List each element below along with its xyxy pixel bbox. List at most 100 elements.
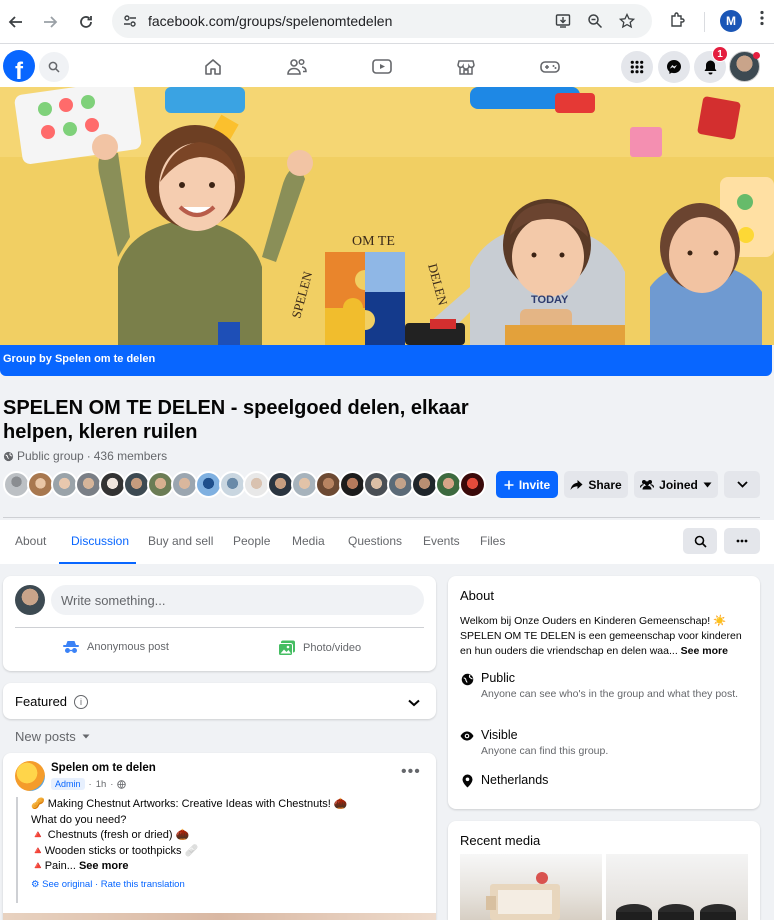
translation-separator: · [94,878,99,890]
member-avatar[interactable] [339,471,366,498]
member-avatar[interactable] [459,471,486,498]
url-text[interactable]: facebook.com/groups/spelenomtedelen [148,13,392,29]
toolbar-divider [704,12,705,32]
share-button[interactable]: Share [564,471,628,498]
more-options-button[interactable] [724,471,760,498]
translation-row: ⚙ See original · Rate this translation [31,878,185,890]
install-app-icon[interactable] [554,12,572,30]
watch-video-icon[interactable] [370,55,394,79]
see-more-link[interactable]: See more [79,860,129,872]
member-avatar[interactable] [411,471,438,498]
back-arrow-icon[interactable] [4,10,28,34]
post-item: Chestnuts (fresh or dried) [47,829,173,841]
recent-media-thumb[interactable] [606,854,748,920]
member-avatar[interactable] [363,471,390,498]
facebook-logo-icon[interactable]: f [3,50,35,82]
member-avatar[interactable] [171,471,198,498]
joined-button[interactable]: Joined [634,471,718,498]
reload-icon[interactable] [74,10,98,34]
browser-menu-icon[interactable] [760,10,764,31]
tab-discussion[interactable]: Discussion [71,534,129,548]
admin-badge: Admin [51,778,85,790]
anonymous-post-button[interactable]: Anonymous post [62,640,169,654]
group-privacy[interactable]: Public group [17,449,84,463]
tab-events[interactable]: Events [423,534,460,548]
member-avatar[interactable] [27,471,54,498]
photo-video-button[interactable]: Photo/video [278,640,361,656]
about-see-more-link[interactable]: See more [681,645,728,657]
composer-avatar[interactable] [15,585,45,615]
group-owner-band[interactable]: Group by Spelen om te delen [0,345,772,376]
member-avatar[interactable] [3,471,30,498]
member-avatar[interactable] [51,471,78,498]
cover-shirt-text: TODAY [531,294,569,306]
info-icon[interactable]: i [74,694,89,709]
featured-section[interactable]: Featured i [3,683,436,719]
eye-icon [460,729,474,743]
rate-translation-link[interactable]: Rate this translation [101,879,185,890]
post-time[interactable]: 1h [96,779,107,790]
tab-about[interactable]: About [15,534,46,548]
forward-arrow-icon[interactable] [38,10,62,34]
post-line: 🥜 Making Chestnut Artworks: Creative Ide… [31,798,348,810]
extensions-icon[interactable] [668,11,686,34]
browser-profile-avatar[interactable]: M [720,10,742,32]
member-avatar[interactable] [123,471,150,498]
member-avatar[interactable] [315,471,342,498]
meta-separator: · [86,449,91,463]
see-original-link[interactable]: See original [42,879,92,890]
group-owner-label[interactable]: Group by Spelen om te delen [3,353,155,365]
write-something-input[interactable]: Write something... [51,585,424,615]
chevron-down-icon[interactable] [408,694,420,712]
tab-buy-and-sell[interactable]: Buy and sell [148,534,213,548]
member-avatars[interactable] [3,471,493,499]
member-avatar[interactable] [243,471,270,498]
facebook-search-icon[interactable] [39,52,69,82]
zoom-icon[interactable] [586,12,604,30]
tab-people[interactable]: People [233,534,270,548]
member-avatar[interactable] [99,471,126,498]
menu-grid-icon[interactable] [621,51,653,83]
address-bar[interactable]: facebook.com/groups/spelenomtedelen [112,4,652,38]
messenger-icon[interactable] [658,51,690,83]
tab-files[interactable]: Files [480,534,505,548]
post-line: 🔺Wooden sticks or toothpicks 🩹 [31,844,199,857]
member-avatar[interactable] [291,471,318,498]
friends-icon[interactable] [285,55,309,79]
member-avatar[interactable] [387,471,414,498]
invite-button[interactable]: Invite [496,471,558,498]
group-members-icon [640,480,655,490]
group-search-button[interactable] [683,528,717,554]
member-avatar[interactable] [75,471,102,498]
tab-more-button[interactable] [724,528,760,554]
member-avatar[interactable] [267,471,294,498]
group-title[interactable]: SPELEN OM TE DELEN - speelgoed delen, el… [3,396,523,444]
globe-icon [3,451,14,461]
gaming-icon[interactable] [538,55,562,79]
tab-questions[interactable]: Questions [348,534,402,548]
home-icon[interactable] [201,55,225,79]
tab-media[interactable]: Media [292,534,325,548]
plus-icon [504,480,514,489]
member-avatar[interactable] [219,471,246,498]
post-options-icon[interactable]: ••• [401,763,421,781]
recent-media-thumb[interactable] [460,854,602,920]
post-author-name[interactable]: Spelen om te delen [51,762,156,774]
bookmark-star-icon[interactable] [618,12,636,30]
post-line: 🔺 Chestnuts (fresh or dried) 🌰 [31,829,190,841]
marketplace-icon[interactable] [454,55,478,79]
location-text[interactable]: Netherlands [481,773,548,787]
post-author-avatar[interactable] [15,761,45,791]
photo-video-label: Photo/video [303,642,362,654]
member-avatar[interactable] [195,471,222,498]
group-member-count[interactable]: 436 members [94,449,167,463]
post-image[interactable] [3,913,436,920]
public-description: Anyone can see who's in the group and wh… [481,688,739,700]
post-composer: Write something... Anonymous post Photo/… [3,576,436,671]
member-avatar[interactable] [435,471,462,498]
invite-button-label: Invite [518,477,551,492]
search-icon [694,535,707,548]
member-avatar[interactable] [147,471,174,498]
site-settings-icon[interactable] [120,11,140,31]
sort-posts-dropdown[interactable]: New posts [15,729,90,744]
